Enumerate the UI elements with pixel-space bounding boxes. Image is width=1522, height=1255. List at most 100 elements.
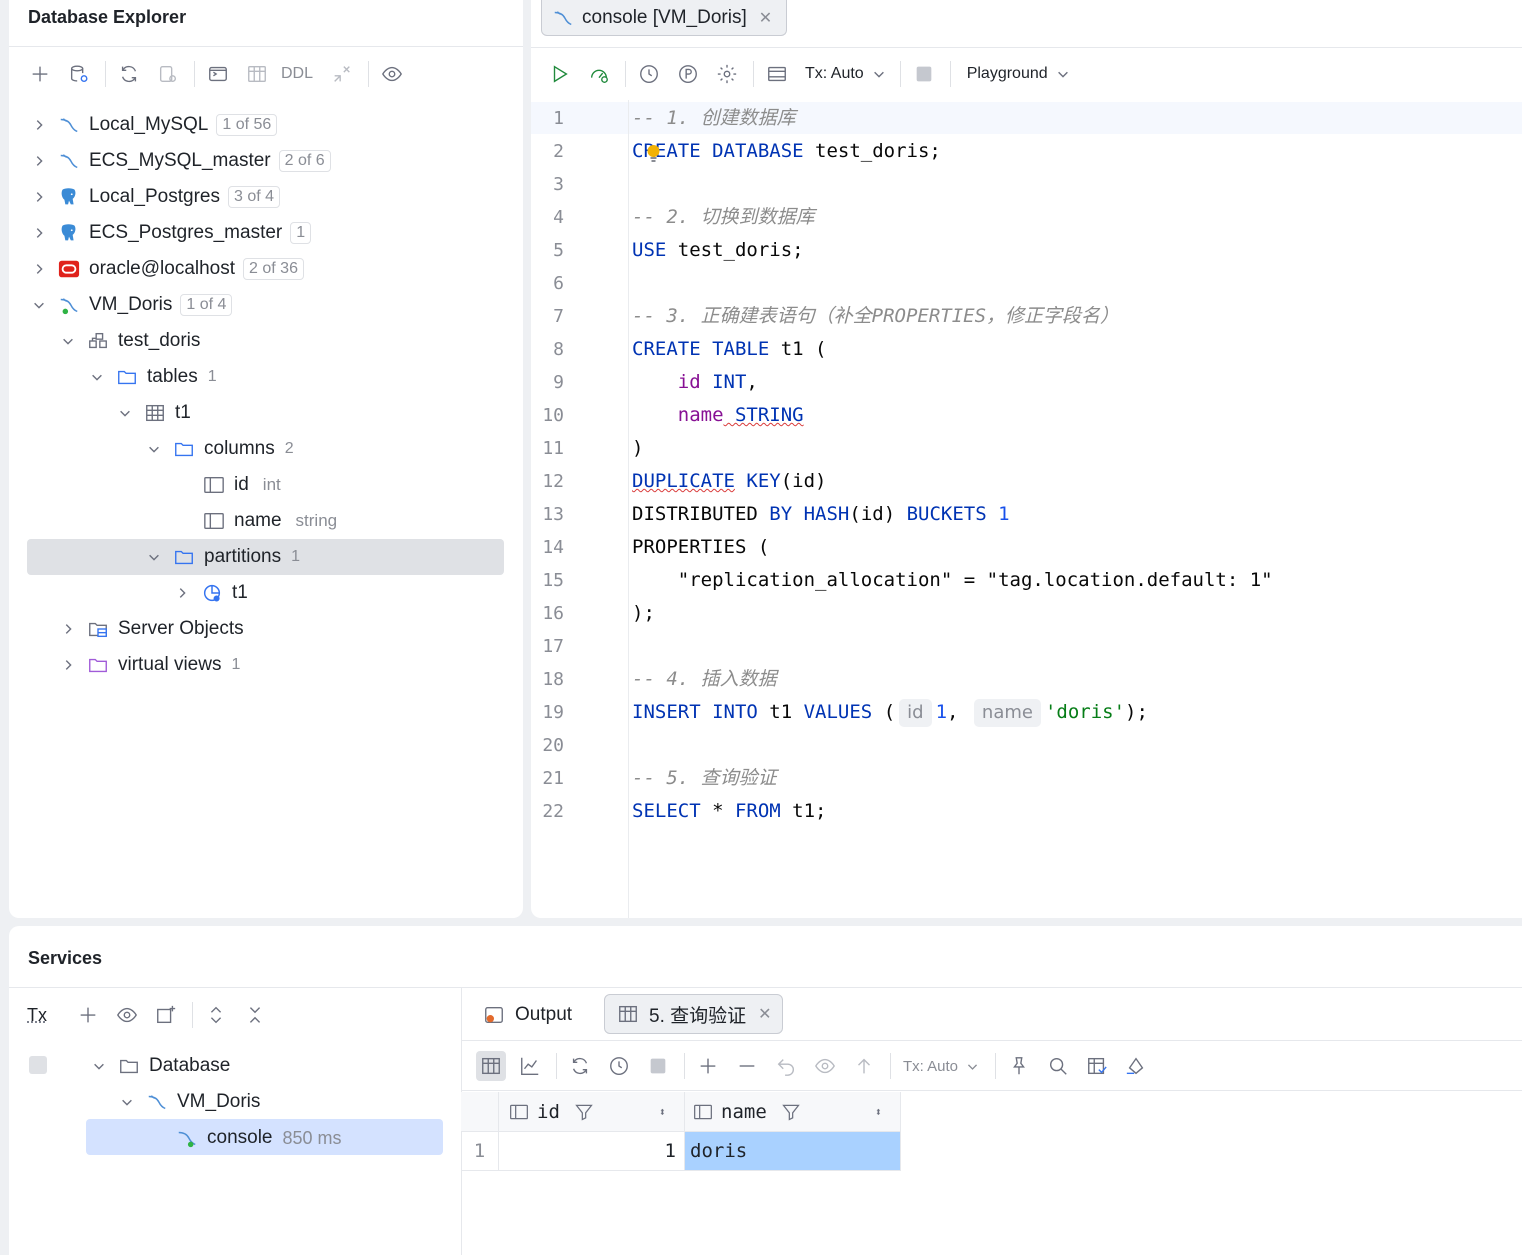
tree-connection-vm-doris[interactable]: VM_Doris 1 of 4 [31,287,233,323]
services-tree-vm-doris[interactable]: VM_Doris [119,1084,260,1120]
refresh-icon[interactable] [114,59,144,89]
pin-tab-icon[interactable] [1004,1051,1034,1081]
table-cell[interactable]: doris [685,1132,901,1171]
tx-dropdown[interactable]: Tx [27,1005,47,1026]
refresh-icon[interactable] [565,1051,595,1081]
compare-results-icon[interactable] [1121,1051,1151,1081]
chevron-right-icon[interactable] [174,585,190,601]
playground-dropdown[interactable]: Playground [967,65,1070,83]
column-type: string [295,511,338,530]
chevron-right-icon[interactable] [60,621,76,637]
chevron-down-icon[interactable] [117,405,133,421]
disconnect-icon[interactable] [153,59,183,89]
tree-table-t1[interactable]: t1 [117,395,191,431]
tree-column-name[interactable]: name string [202,503,337,539]
services-tree-console[interactable]: console 850 ms [175,1120,342,1156]
chevron-right-icon[interactable] [31,189,47,205]
tab-console-vm-doris[interactable]: console [VM_Doris] ✕ [541,0,788,36]
chevron-down-icon[interactable] [91,1058,107,1074]
result-tx-mode-dropdown[interactable]: Tx: Auto [903,1058,979,1075]
line-number: 10 [542,405,564,426]
explain-plan-icon[interactable] [584,59,614,89]
export-data-icon[interactable] [1082,1051,1112,1081]
settings-gear-icon[interactable] [712,59,742,89]
view-options-eye-icon[interactable] [112,1000,142,1030]
delete-row-icon[interactable] [732,1051,762,1081]
view-options-eye-icon[interactable] [377,59,407,89]
chevron-right-icon[interactable] [60,657,76,673]
tree-folder-tables[interactable]: tables 1 [89,359,217,395]
intention-bulb-icon[interactable] [647,144,660,164]
code-text: ( [872,701,896,723]
tree-connection-ecs-mysql-master[interactable]: ECS_MySQL_master 2 of 6 [31,143,331,179]
chevron-right-icon[interactable] [31,117,47,133]
tree-folder-partitions[interactable]: partitions 1 [146,539,300,575]
submit-icon[interactable] [849,1051,879,1081]
chevron-down-icon[interactable] [119,1094,135,1110]
search-icon[interactable] [1043,1051,1073,1081]
tree-connection-local-mysql[interactable]: Local_MySQL 1 of 56 [31,107,278,143]
chevron-down-icon[interactable] [146,441,162,457]
new-session-icon[interactable] [151,1000,181,1030]
stop-icon[interactable] [643,1051,673,1081]
chevron-down-icon[interactable] [60,333,76,349]
schema-icon [86,329,110,353]
collapse-all-icon[interactable] [240,1000,270,1030]
ddl-button[interactable]: DDL [281,65,313,83]
tab-output[interactable]: Output [483,995,572,1035]
chevron-down-icon[interactable] [89,369,105,385]
close-icon[interactable]: ✕ [759,8,772,28]
parameters-icon[interactable] [673,59,703,89]
history-icon[interactable] [604,1051,634,1081]
line-number: 8 [553,339,564,360]
tree-folder-columns[interactable]: columns 2 [146,431,294,467]
sort-icon[interactable]: ⬍ [875,1105,882,1119]
chart-view-icon[interactable] [515,1051,545,1081]
preview-changes-icon[interactable] [810,1051,840,1081]
tab-query-result[interactable]: 5. 查询验证 ✕ [604,994,783,1034]
chevron-right-icon[interactable] [31,153,47,169]
tree-server-objects[interactable]: Server Objects [60,611,244,647]
tree-connection-oracle[interactable]: oracle@localhost 2 of 36 [31,251,304,287]
compare-icon[interactable] [327,59,357,89]
jump-to-console-icon[interactable] [203,59,233,89]
tree-column-id[interactable]: id int [202,467,281,503]
data-source-properties-icon[interactable] [64,59,94,89]
chevron-down-icon[interactable] [146,549,162,565]
tree-virtual-views[interactable]: virtual views 1 [60,647,240,683]
add-row-icon[interactable] [693,1051,723,1081]
code-line: 8 CREATE TABLE t1 ( [531,333,1522,366]
tree-connection-ecs-postgres-master[interactable]: ECS_Postgres_master 1 [31,215,312,251]
chevron-right-icon[interactable] [31,225,47,241]
filter-icon[interactable] [781,1102,801,1122]
output-layout-icon[interactable] [762,59,792,89]
sort-icon[interactable]: ⬍ [659,1105,666,1119]
close-icon[interactable]: ✕ [758,1004,771,1024]
chevron-right-icon[interactable] [31,261,47,277]
column-header-name[interactable]: name ⬍ [685,1092,901,1132]
transaction-mode-dropdown[interactable]: Tx: Auto [805,65,886,83]
tree-partition-t1[interactable]: t1 [174,575,248,611]
table-view-icon[interactable] [476,1051,506,1081]
revert-icon[interactable] [771,1051,801,1081]
connection-name: oracle@localhost [89,258,236,279]
add-icon[interactable] [25,59,55,89]
tree-connection-local-postgres[interactable]: Local_Postgres 3 of 4 [31,179,280,215]
table-view-icon[interactable] [242,59,272,89]
folder-label: columns [204,438,275,459]
stop-icon[interactable] [909,59,939,89]
tree-schema-test-doris[interactable]: test_doris [60,323,200,359]
services-tree-database[interactable]: Database [91,1048,230,1084]
table-cell[interactable]: 1 [499,1132,685,1171]
code-keyword: VALUES [803,701,873,723]
line-number: 6 [553,273,564,294]
run-icon[interactable] [545,59,575,89]
expand-all-icon[interactable] [201,1000,231,1030]
chevron-down-icon[interactable] [31,297,47,313]
history-icon[interactable] [634,59,664,89]
column-header-id[interactable]: id ⬍ [499,1092,685,1132]
filter-icon[interactable] [574,1102,594,1122]
tree-label: Database [149,1055,231,1076]
add-icon[interactable] [73,1000,103,1030]
stop-icon[interactable] [29,1056,47,1074]
